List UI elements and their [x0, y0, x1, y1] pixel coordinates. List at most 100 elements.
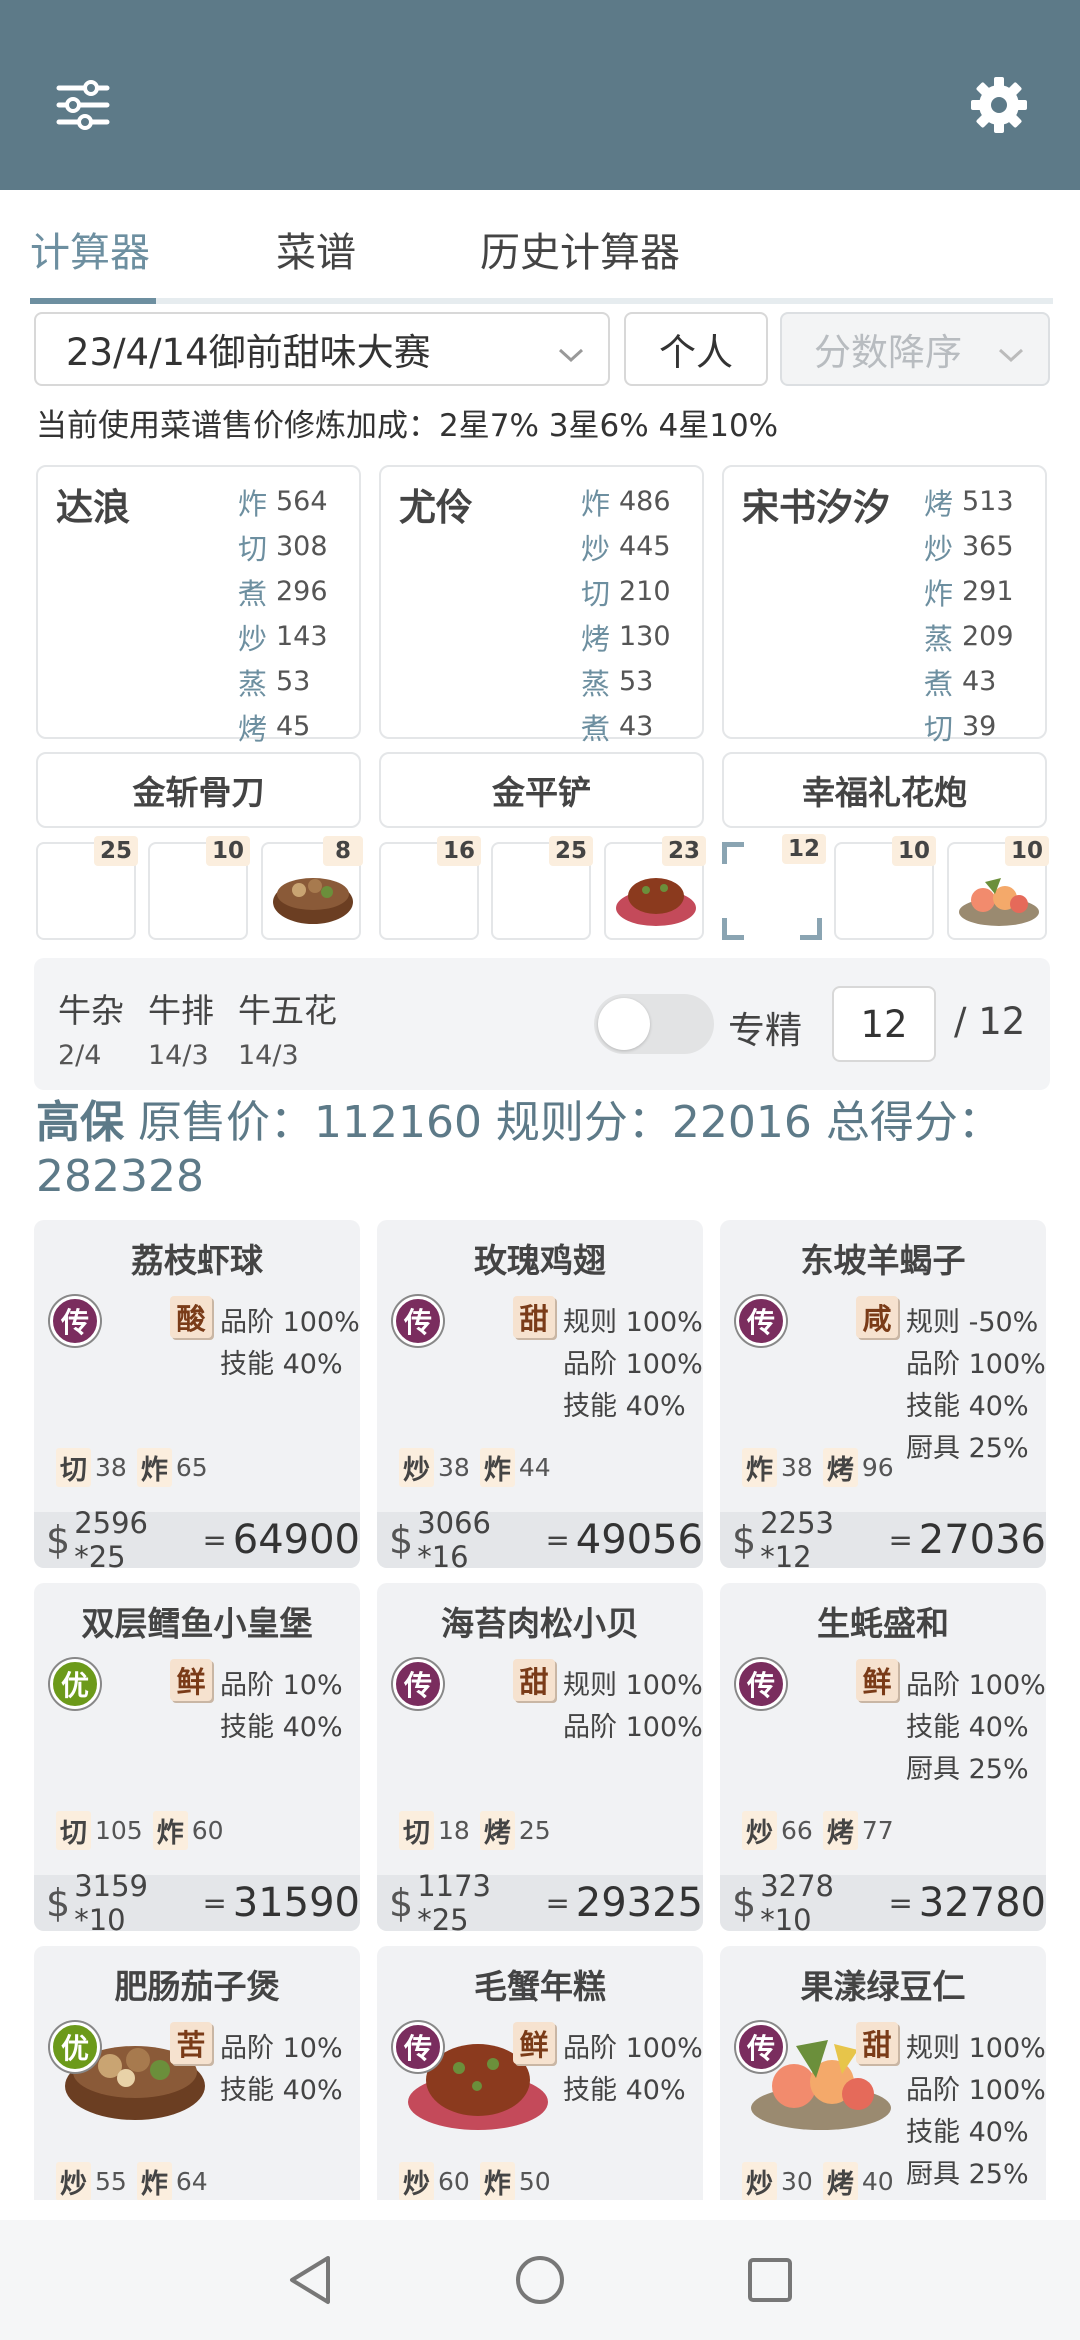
rarity-badge: 传 [736, 1659, 786, 1709]
bonus-item: 厨具 25% [906, 1754, 1029, 1785]
chef-name: 宋书汐汐 [742, 486, 890, 529]
bonus-list: 规则 100% 品阶 100% [563, 1663, 703, 1747]
ingredient-item: 牛排 14/3 [148, 984, 214, 1071]
specialize-count-input[interactable]: 12 [832, 986, 936, 1062]
skill-requirements: 炒 30 烤 40 [742, 2162, 904, 2200]
mode-select[interactable]: 个人 [624, 312, 768, 386]
specialize-toggle[interactable] [594, 994, 714, 1054]
ingredient-name: 牛五花 [238, 991, 337, 1030]
skill-requirements: 炒 60 炸 50 [399, 2162, 561, 2200]
bonus-item: 品阶 10% [220, 1670, 343, 1701]
recipe-title: 东坡羊蝎子 [800, 1241, 966, 1280]
recipe-total: 29325 [575, 1880, 703, 1926]
recipe-slot[interactable]: 23 [604, 836, 706, 940]
skill-key: 烤 [238, 711, 268, 746]
skill-key: 烤 [581, 621, 611, 656]
chef-card[interactable]: 尤伶 炸 486 炒 445 切 210 烤 130 蒸 53 煮 43 [379, 465, 704, 746]
skill-key: 蒸 [581, 666, 611, 701]
dollar-icon: $ [732, 1518, 757, 1562]
bonus-item: 规则 -50% [906, 1307, 1039, 1338]
bonus-item: 品阶 100% [563, 2033, 703, 2064]
ingredient-name: 牛排 [148, 991, 214, 1030]
rarity-badge: 传 [393, 1659, 443, 1709]
tab-history-calculator[interactable]: 历史计算器 [480, 220, 680, 278]
price-row: $ 3159 *10 = 31590 [34, 1869, 360, 1931]
gear-icon[interactable] [964, 70, 1034, 140]
back-triangle-icon[interactable] [280, 2250, 340, 2310]
stew-pot-icon [273, 878, 353, 924]
recipe-card[interactable]: 海苔肉松小贝 传 甜 规则 100% 品阶 100% 切 18 烤 25 $ 117… [377, 1583, 703, 1931]
bonus-list: 规则 100% 品阶 100% 技能 40% 厨具 25% [906, 2026, 1046, 2194]
rarity-badge: 传 [393, 2022, 443, 2072]
skill-value: 445 [619, 531, 671, 562]
tab-calculator[interactable]: 计算器 [30, 220, 150, 278]
tab-bar: 计算器 菜谱 历史计算器 [30, 200, 1053, 304]
req-value: 60 [438, 2167, 470, 2196]
home-circle-icon[interactable] [510, 2250, 570, 2310]
rarity-badge: 传 [393, 1296, 443, 1346]
recipe-slot-selected[interactable]: 12 [722, 834, 826, 940]
guarantee-label: 高保 [36, 1097, 124, 1148]
skill-value: 564 [276, 486, 328, 517]
ingredient-item: 牛杂 2/4 [58, 984, 124, 1071]
recipe-slot[interactable]: 25 [491, 836, 593, 940]
tool-slot[interactable]: 幸福礼花炮 [722, 752, 1047, 828]
specialize-label: 专精 [728, 1009, 802, 1052]
ingredient-ratio: 14/3 [148, 1040, 209, 1071]
dollar-icon: $ [389, 1518, 414, 1562]
recipe-slot[interactable]: 16 [379, 836, 481, 940]
skill-key: 煮 [238, 576, 268, 611]
sliders-icon[interactable] [48, 70, 118, 140]
tool-slot[interactable]: 金斩骨刀 [36, 752, 361, 828]
req-value: 44 [518, 1453, 551, 1482]
skill-key: 炒 [238, 621, 268, 656]
score-summary: 高保 原售价：112160 规则分：22016 总得分：282328 [36, 1096, 1046, 1204]
skill-value: 53 [276, 666, 311, 697]
req-key: 烤 [479, 1811, 515, 1850]
rarity-badge: 传 [736, 2022, 786, 2072]
price-row: $ 3066 *16 = 49056 [377, 1506, 703, 1568]
recipe-card[interactable]: 生蚝盛和 传 鲜 品阶 100% 技能 40% 厨具 25% 炒 66 烤 77 $… [720, 1583, 1046, 1931]
recipe-slot[interactable]: 10 [834, 836, 936, 940]
recipe-card[interactable]: 果漾绿豆仁 传 甜 规则 100% 品阶 100% 技能 40% 厨具 25% … [720, 1946, 1046, 2200]
bonus-item: 品阶 100% [563, 1712, 703, 1743]
tool-slot[interactable]: 金平铲 [379, 752, 704, 828]
chef-card[interactable]: 达浪 炸 564 切 308 煮 296 炒 143 蒸 53 烤 45 [36, 465, 361, 746]
req-value: 64 [175, 2167, 208, 2196]
recipe-title: 肥肠茄子煲 [114, 1967, 280, 2006]
bonus-list: 品阶 100% 技能 40% 厨具 25% [906, 1663, 1046, 1789]
recipe-card[interactable]: 东坡羊蝎子 传 咸 规则 -50% 品阶 100% 技能 40% 厨具 25% … [720, 1220, 1046, 1568]
req-key: 切 [56, 1448, 91, 1487]
tab-indicator [30, 298, 156, 304]
dollar-icon: $ [46, 1881, 71, 1925]
skill-value: 210 [619, 576, 671, 607]
chef-name: 达浪 [56, 486, 130, 529]
unit-price: 1173 *25 [417, 1869, 491, 1931]
req-value: 38 [781, 1453, 813, 1482]
skill-value: 308 [276, 531, 328, 562]
recipe-card[interactable]: 肥肠茄子煲 优 苦 品阶 10% 技能 40% 炒 55 炸 64 [34, 1946, 360, 2200]
bonus-item: 技能 40% [906, 1712, 1029, 1743]
recipe-slot[interactable]: 10 [148, 836, 250, 940]
recipe-title: 生蚝盛和 [817, 1604, 949, 1643]
recipe-slot[interactable]: 25 [36, 836, 138, 940]
recipe-card[interactable]: 玫瑰鸡翅 传 甜 规则 100% 品阶 100% 技能 40% 炒 38 炸 44 … [377, 1220, 703, 1568]
recipe-card[interactable]: 毛蟹年糕 传 鲜 品阶 100% 技能 40% 炒 60 炸 50 [377, 1946, 703, 2200]
sort-select[interactable]: 分数降序 [780, 312, 1050, 386]
unit-price: 2253 *12 [760, 1506, 834, 1568]
tab-recipes[interactable]: 菜谱 [276, 220, 356, 278]
req-value: 66 [781, 1816, 813, 1845]
recipe-slot[interactable]: 8 [261, 836, 363, 940]
skill-key: 炸 [238, 486, 268, 521]
recipe-card[interactable]: 荔枝虾球 传 酸 品阶 100% 技能 40% 切 38 炸 65 $ 2596 *… [34, 1220, 360, 1568]
recipe-slot[interactable]: 10 [947, 836, 1049, 940]
selection-corner [800, 918, 822, 940]
recents-square-icon[interactable] [740, 2250, 800, 2310]
chef-card[interactable]: 宋书汐汐 烤 513 炒 365 炸 291 蒸 209 煮 43 切 39 [722, 465, 1047, 746]
req-value: 55 [95, 2167, 127, 2196]
recipe-card[interactable]: 双层鳕鱼小皇堡 优 鲜 品阶 10% 技能 40% 切 105 炸 60 $ 315… [34, 1583, 360, 1931]
contest-select[interactable]: 23/4/14御前甜味大赛 [34, 312, 610, 386]
bonus-item: 技能 40% [220, 1349, 343, 1380]
app-bar [0, 0, 1080, 190]
bonus-list: 规则 -50% 品阶 100% 技能 40% 厨具 25% [906, 1300, 1046, 1468]
